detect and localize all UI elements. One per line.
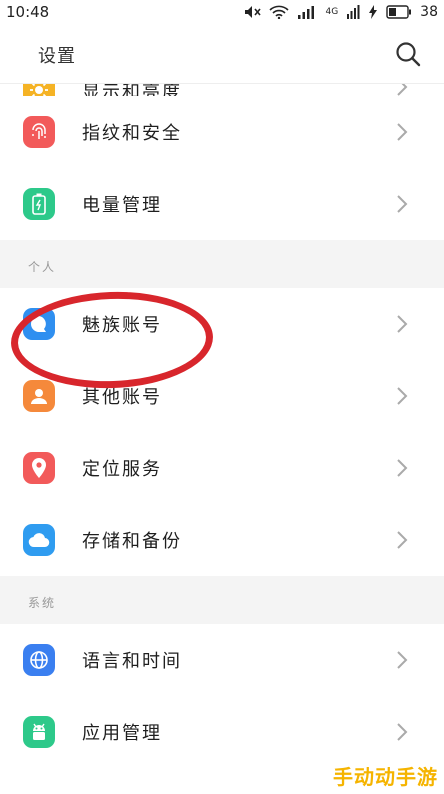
chevron-right-icon (397, 195, 408, 213)
battery-level: 38 (420, 4, 438, 20)
settings-row-other-accounts[interactable]: 其他账号 (0, 360, 444, 432)
settings-row-label: 指纹和安全 (82, 123, 182, 144)
brightness-icon (23, 84, 55, 96)
settings-row-label: 魅族账号 (82, 315, 162, 336)
settings-row-storage-backup[interactable]: 存储和备份 (0, 504, 444, 576)
signal-icon (297, 5, 317, 19)
settings-row-label: 其他账号 (82, 387, 162, 408)
chevron-right-icon (397, 651, 408, 669)
chevron-right-icon (397, 315, 408, 333)
settings-row-battery[interactable]: 电量管理 (0, 168, 444, 240)
section-header-personal: 个人 (0, 240, 444, 288)
search-icon (396, 42, 421, 67)
settings-list: 显示和亮度 指纹和安全 电量管理 个人 魅族账号 其他账号 定位服务 存储和备份… (0, 84, 444, 768)
settings-row-meizu-account[interactable]: 魅族账号 (0, 288, 444, 360)
settings-row-label: 应用管理 (82, 723, 162, 744)
network-type: 4G (325, 7, 339, 17)
settings-row-label: 定位服务 (82, 459, 162, 480)
settings-row-location[interactable]: 定位服务 (0, 432, 444, 504)
signal-icon-2 (346, 5, 360, 19)
section-header-system: 系统 (0, 576, 444, 624)
settings-row-display[interactable]: 显示和亮度 (0, 84, 444, 96)
chevron-right-icon (397, 387, 408, 405)
settings-row-label: 语言和时间 (82, 651, 182, 672)
chevron-right-icon (397, 459, 408, 477)
chevron-right-icon (397, 531, 408, 549)
status-time: 10:48 (6, 3, 50, 21)
fingerprint-icon (23, 116, 55, 148)
settings-row-label: 显示和亮度 (82, 84, 182, 96)
wifi-icon (269, 5, 290, 19)
settings-row-fingerprint[interactable]: 指纹和安全 (0, 96, 444, 168)
globe-icon (23, 644, 55, 676)
person-icon (23, 380, 55, 412)
mute-icon (243, 5, 262, 19)
page-title: 设置 (38, 46, 76, 67)
settings-row-app-management[interactable]: 应用管理 (0, 696, 444, 768)
settings-row-label: 存储和备份 (82, 531, 182, 552)
android-icon (23, 716, 55, 748)
chevron-right-icon (397, 723, 408, 741)
charging-icon (368, 5, 378, 19)
settings-row-label: 电量管理 (82, 195, 162, 216)
status-bar: 10:48 4G 38 (0, 0, 444, 24)
location-pin-icon (23, 452, 55, 484)
status-icons: 4G 38 (243, 4, 438, 20)
battery-status-icon (386, 5, 412, 19)
battery-icon (23, 188, 55, 220)
chat-bubble-icon (23, 308, 55, 340)
watermark: 手动动手游 (333, 765, 438, 789)
section-title: 个人 (28, 260, 57, 274)
chevron-right-icon (397, 84, 408, 96)
cloud-icon (23, 524, 55, 556)
search-button[interactable] (394, 40, 422, 68)
section-title: 系统 (28, 596, 57, 610)
top-bar: 设置 (0, 24, 444, 84)
settings-row-language-time[interactable]: 语言和时间 (0, 624, 444, 696)
chevron-right-icon (397, 123, 408, 141)
